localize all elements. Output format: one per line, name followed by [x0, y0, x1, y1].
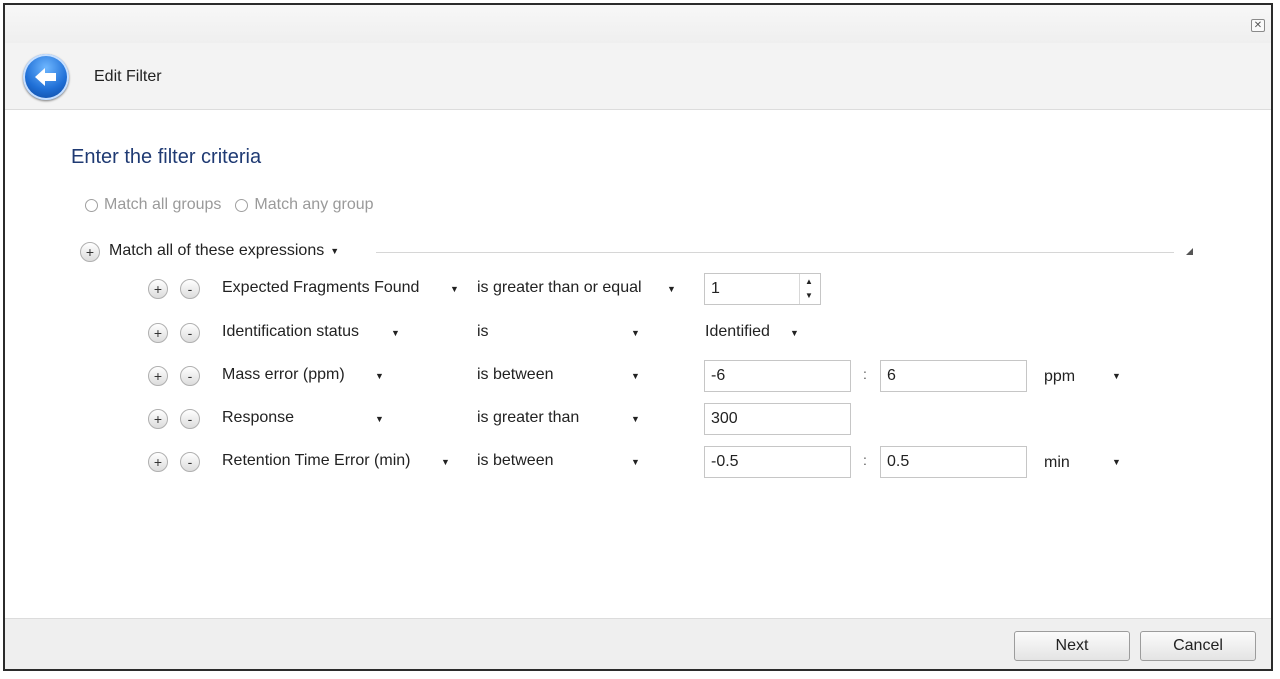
match-all-groups-label: Match all groups — [104, 196, 222, 213]
page-title: Edit Filter — [94, 68, 162, 85]
max-value-text: 0.5 — [887, 453, 910, 470]
unit-dropdown[interactable]: min — [1044, 454, 1070, 472]
condition-row: + - Response ▼ is greater than ▼ 300 — [145, 403, 1145, 437]
field-dropdown[interactable]: Retention Time Error (min) — [222, 452, 411, 470]
remove-condition-button[interactable]: - — [180, 279, 200, 299]
chevron-down-icon[interactable]: ▼ — [631, 457, 640, 467]
spin-down-icon[interactable]: ▼ — [805, 291, 813, 300]
field-dropdown[interactable]: Expected Fragments Found — [222, 279, 419, 297]
edit-filter-window: ✕ Edit Filter Enter the filter criteria … — [3, 3, 1273, 671]
range-separator: : — [863, 366, 867, 382]
match-all-groups-radio[interactable] — [85, 198, 98, 212]
cancel-button[interactable]: Cancel — [1140, 631, 1256, 661]
group-mode-radios: Match all groups Match any group — [85, 196, 388, 214]
chevron-down-icon[interactable]: ▼ — [631, 371, 640, 381]
footer: Next Cancel — [5, 618, 1271, 669]
chevron-down-icon[interactable]: ▼ — [631, 328, 640, 338]
field-dropdown[interactable]: Mass error (ppm) — [222, 366, 345, 384]
corner-resize-icon — [1186, 248, 1193, 255]
chevron-down-icon[interactable]: ▼ — [1112, 371, 1121, 381]
remove-condition-button[interactable]: - — [180, 366, 200, 386]
field-dropdown[interactable]: Response — [222, 409, 294, 427]
value-dropdown[interactable]: Identified — [705, 323, 770, 341]
close-icon[interactable]: ✕ — [1251, 19, 1265, 32]
condition-row: + - Retention Time Error (min) ▼ is betw… — [145, 446, 1145, 480]
add-condition-button[interactable]: + — [148, 323, 168, 343]
back-arrow-icon[interactable] — [23, 54, 69, 100]
chevron-down-icon[interactable]: ▼ — [375, 371, 384, 381]
value-text: 1 — [711, 280, 720, 297]
chevron-down-icon[interactable]: ▼ — [667, 284, 676, 294]
title-bar: ✕ — [5, 5, 1271, 43]
match-any-group-label: Match any group — [254, 196, 374, 213]
max-value-input[interactable]: 6 — [880, 360, 1027, 392]
chevron-down-icon[interactable]: ▼ — [375, 414, 384, 424]
group-match-dropdown[interactable]: Match all of these expressions ▼ — [109, 242, 339, 260]
chevron-down-icon[interactable]: ▼ — [1112, 457, 1121, 467]
condition-row: + - Identification status ▼ is ▼ Identif… — [145, 317, 1145, 351]
chevron-down-icon[interactable]: ▼ — [790, 328, 799, 338]
max-value-text: 6 — [887, 367, 896, 384]
operator-dropdown[interactable]: is between — [477, 452, 554, 470]
condition-row: + - Expected Fragments Found ▼ is greate… — [145, 273, 1145, 307]
add-condition-button[interactable]: + — [148, 409, 168, 429]
min-value-text: -0.5 — [711, 453, 739, 470]
filter-content: Enter the filter criteria Match all grou… — [5, 110, 1271, 618]
add-condition-button[interactable]: + — [148, 366, 168, 386]
value-text: 300 — [711, 410, 738, 427]
min-value-text: -6 — [711, 367, 726, 384]
add-condition-button[interactable]: + — [148, 452, 168, 472]
next-button[interactable]: Next — [1014, 631, 1130, 661]
remove-condition-button[interactable]: - — [180, 452, 200, 472]
range-separator: : — [863, 452, 867, 468]
operator-dropdown[interactable]: is greater than — [477, 409, 579, 427]
operator-dropdown[interactable]: is between — [477, 366, 554, 384]
chevron-down-icon[interactable]: ▼ — [441, 457, 450, 467]
value-input[interactable]: 300 — [704, 403, 851, 435]
operator-dropdown[interactable]: is greater than or equal — [477, 279, 642, 297]
spinner-buttons[interactable]: ▲ ▼ — [799, 274, 820, 304]
group-divider — [376, 252, 1174, 253]
header: Edit Filter — [5, 43, 1271, 110]
value-spinner-input[interactable]: 1 ▲ ▼ — [704, 273, 821, 305]
add-group-button[interactable]: + — [80, 242, 100, 262]
chevron-down-icon[interactable]: ▼ — [391, 328, 400, 338]
remove-condition-button[interactable]: - — [180, 323, 200, 343]
match-any-group-radio[interactable] — [235, 198, 249, 212]
chevron-down-icon[interactable]: ▼ — [450, 284, 459, 294]
operator-dropdown[interactable]: is — [477, 323, 489, 341]
field-dropdown[interactable]: Identification status — [222, 323, 359, 341]
add-condition-button[interactable]: + — [148, 279, 168, 299]
min-value-input[interactable]: -0.5 — [704, 446, 851, 478]
min-value-input[interactable]: -6 — [704, 360, 851, 392]
expression-group-header: + Match all of these expressions ▼ — [80, 240, 1200, 264]
max-value-input[interactable]: 0.5 — [880, 446, 1027, 478]
section-heading: Enter the filter criteria — [71, 146, 262, 168]
chevron-down-icon[interactable]: ▼ — [631, 414, 640, 424]
condition-row: + - Mass error (ppm) ▼ is between ▼ -6 :… — [145, 360, 1145, 394]
chevron-down-icon: ▼ — [330, 245, 340, 256]
group-match-label: Match all of these expressions — [109, 242, 325, 259]
spin-up-icon[interactable]: ▲ — [805, 277, 813, 286]
remove-condition-button[interactable]: - — [180, 409, 200, 429]
unit-dropdown[interactable]: ppm — [1044, 368, 1075, 386]
